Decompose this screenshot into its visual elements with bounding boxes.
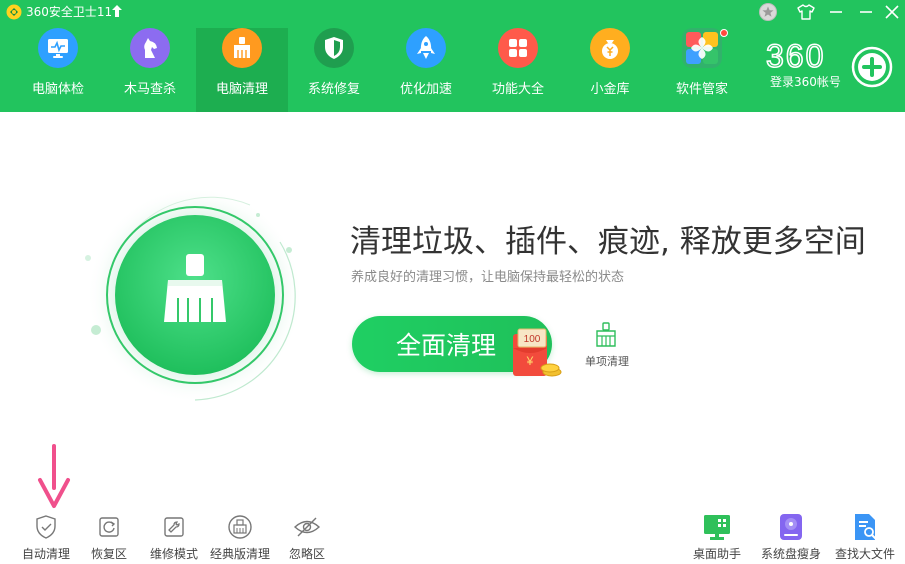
system-disk-slim-button[interactable]: 系统盘瘦身 (756, 512, 826, 562)
auto-clean-button[interactable]: 自动清理 (16, 512, 76, 562)
svg-text:¥: ¥ (526, 354, 534, 368)
medal-icon[interactable] (758, 2, 778, 22)
desktop-assistant-button[interactable]: 桌面助手 (688, 512, 746, 562)
nav-label: 小金库 (590, 82, 630, 97)
svg-text:100: 100 (524, 334, 541, 345)
monitor-icon (38, 28, 78, 68)
disk-icon (776, 512, 806, 542)
find-large-files-label: 查找大文件 (834, 547, 895, 561)
horse-icon (130, 28, 170, 68)
header-bar: 360安全卫士11 电脑体检 木马查杀 电脑清理 系统修复 优化加速 功能大全 … (0, 0, 905, 112)
apps-icon (682, 28, 722, 68)
nav-label: 木马查杀 (123, 82, 176, 97)
ignore-area-label: 忽略区 (288, 547, 325, 561)
nav-label: 电脑清理 (215, 82, 268, 97)
nav-item-speedup[interactable]: 优化加速 (380, 28, 472, 112)
red-packet-icon[interactable]: 100 ¥ (510, 328, 564, 380)
title-bar: 360安全卫士11 (0, 0, 905, 24)
nav-item-system-repair[interactable]: 系统修复 (288, 28, 380, 112)
login-link[interactable]: 登录360帐号 (770, 73, 841, 90)
file-search-icon (850, 512, 880, 542)
repair-mode-button[interactable]: 维修模式 (145, 512, 203, 562)
restore-area-label: 恢复区 (90, 547, 127, 561)
page-subtitle: 养成良好的清理习惯，让电脑保持最轻松的状态 (351, 270, 625, 285)
repair-mode-label: 维修模式 (149, 547, 198, 561)
find-large-files-button[interactable]: 查找大文件 (832, 512, 898, 562)
nav-label: 系统修复 (307, 82, 360, 97)
svg-text:360: 360 (766, 41, 825, 71)
nav-label: 电脑体检 (31, 82, 84, 97)
classic-clean-icon (225, 512, 255, 542)
system-disk-slim-label: 系统盘瘦身 (760, 547, 821, 561)
nav-item-cleanup[interactable]: 电脑清理 (196, 28, 288, 112)
full-clean-label: 全面清理 (396, 331, 497, 360)
desktop-assistant-label: 桌面助手 (692, 547, 741, 561)
nav-item-trojan-scan[interactable]: 木马查杀 (104, 28, 196, 112)
ignore-area-button[interactable]: 忽略区 (282, 512, 332, 562)
classic-clean-button[interactable]: 经典版清理 (207, 512, 273, 562)
plus-circle-icon[interactable] (851, 46, 893, 88)
broom-icon (222, 28, 262, 68)
cleanup-orb (85, 187, 303, 403)
wrench-icon (159, 512, 189, 542)
close-icon[interactable] (882, 2, 902, 22)
brand-360-logo: 360 (766, 41, 825, 71)
pointer-arrow-icon (38, 444, 70, 508)
app-title: 360安全卫士11 (26, 5, 113, 19)
single-clean-icon (596, 322, 616, 347)
nav-item-vault[interactable]: 小金库 (564, 28, 656, 112)
desktop-icon (702, 512, 732, 542)
nav-item-checkup[interactable]: 电脑体检 (12, 28, 104, 112)
nav-item-features[interactable]: 功能大全 (472, 28, 564, 112)
nav-label: 软件管家 (675, 82, 728, 97)
shield-icon (314, 28, 354, 68)
minimize-icon[interactable] (826, 2, 846, 22)
single-clean-button[interactable]: 单项清理 (580, 322, 634, 370)
grid-icon (498, 28, 538, 68)
single-clean-label: 单项清理 (585, 355, 629, 368)
auto-clean-label: 自动清理 (21, 547, 70, 561)
eye-off-icon (292, 512, 322, 542)
coin-icon (590, 28, 630, 68)
shield-check-icon (31, 512, 61, 542)
classic-clean-label: 经典版清理 (209, 547, 270, 561)
notification-dot (720, 29, 728, 37)
upgrade-arrow-icon[interactable] (112, 5, 122, 17)
restore-area-button[interactable]: 恢复区 (84, 512, 134, 562)
nav-label: 优化加速 (399, 82, 452, 97)
extra-window-button[interactable] (856, 2, 876, 22)
restore-icon (94, 512, 124, 542)
main-nav: 电脑体检 木马查杀 电脑清理 系统修复 优化加速 功能大全 小金库 软件管家 (12, 28, 748, 112)
nav-item-software-manager[interactable]: 软件管家 (656, 28, 748, 112)
rocket-icon (406, 28, 446, 68)
app-logo-icon (6, 4, 22, 20)
skin-shirt-icon[interactable] (796, 2, 816, 22)
nav-label: 功能大全 (491, 82, 544, 97)
page-headline: 清理垃圾、插件、痕迹, 释放更多空间 (350, 224, 866, 260)
